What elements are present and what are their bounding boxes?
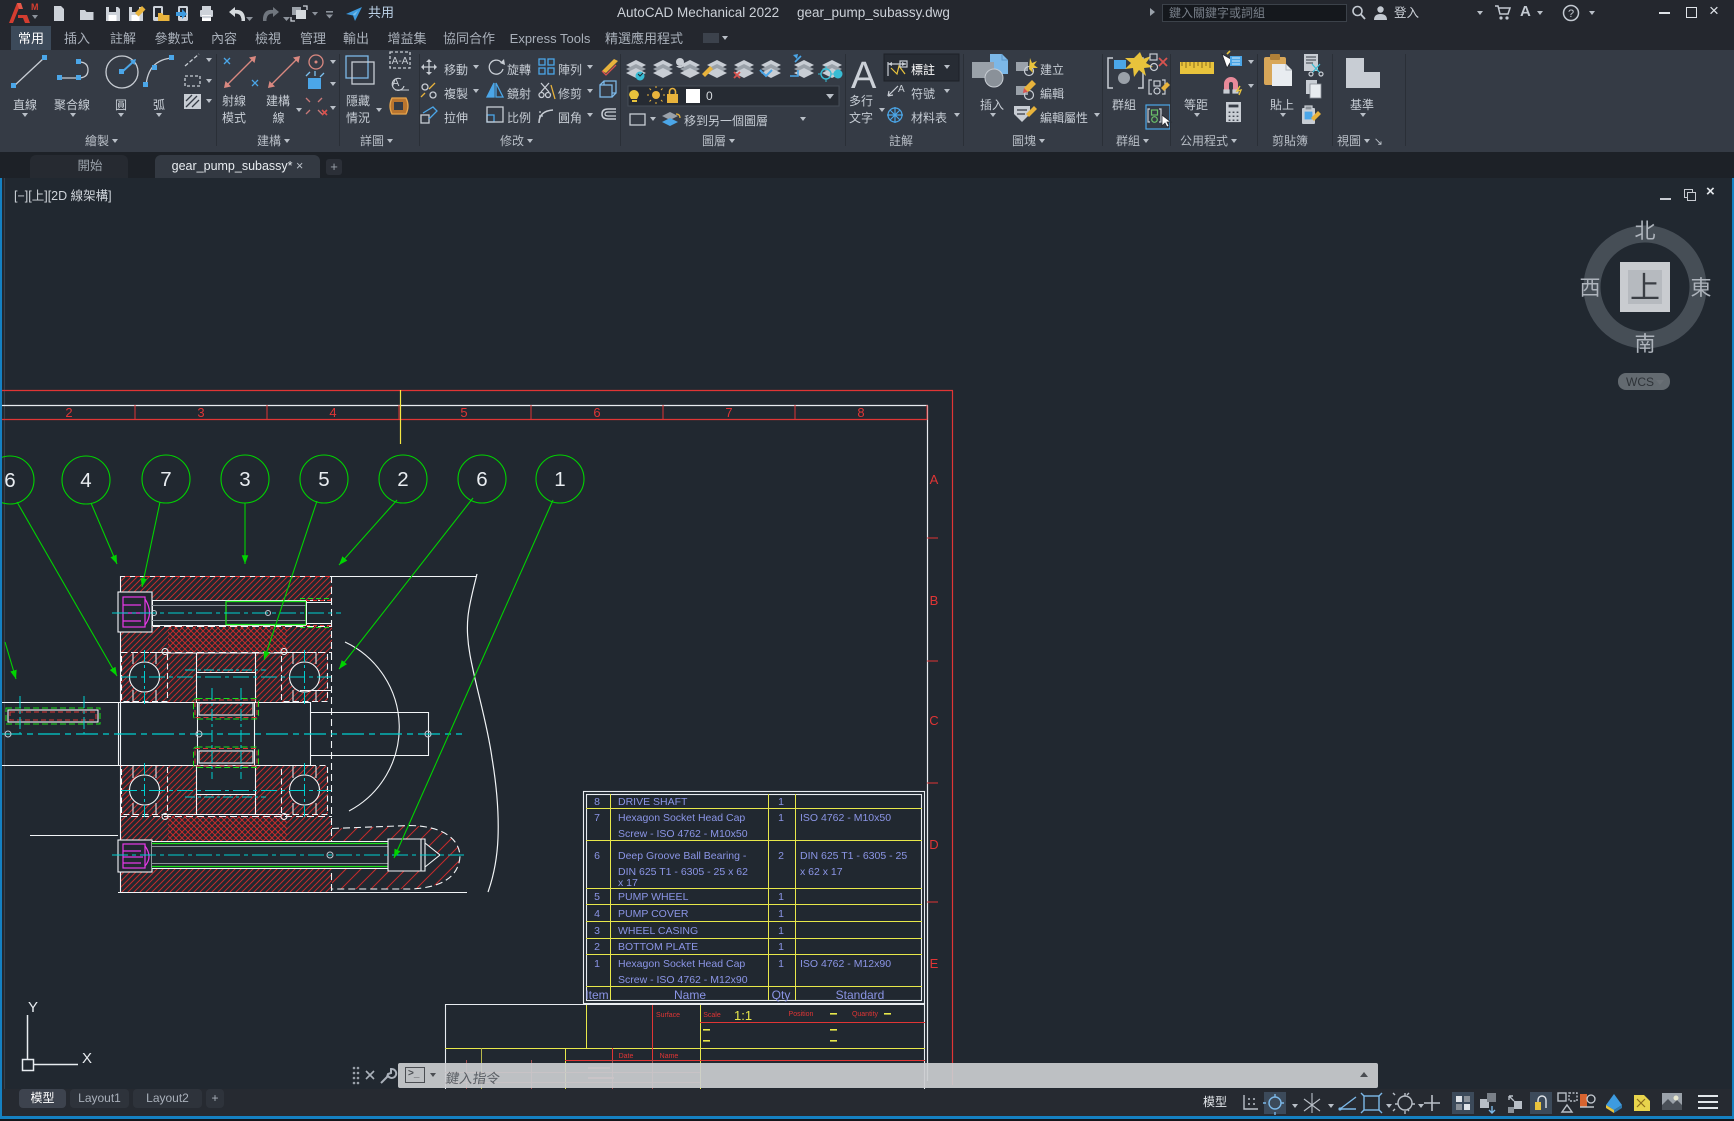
svg-text:Qty: Qty (772, 988, 791, 1002)
svg-text:2: 2 (778, 850, 784, 862)
svg-text:PUMP WHEEL: PUMP WHEEL (618, 891, 689, 903)
svg-text:4: 4 (329, 405, 336, 420)
svg-text:x 62 x 17: x 62 x 17 (800, 866, 843, 878)
svg-text:1: 1 (778, 908, 784, 920)
svg-text:4: 4 (80, 469, 91, 492)
svg-text:Hexagon Socket Head Cap: Hexagon Socket Head Cap (618, 958, 745, 970)
svg-text:C: C (929, 713, 938, 728)
svg-text:3: 3 (594, 925, 600, 937)
svg-text:Screw - ISO 4762 - M10x50: Screw - ISO 4762 - M10x50 (618, 828, 748, 840)
svg-text:1:1: 1:1 (734, 1008, 752, 1023)
svg-text:6: 6 (594, 850, 600, 862)
svg-text:x 17: x 17 (618, 877, 638, 889)
svg-text:D: D (929, 837, 938, 852)
svg-text:Quantity: Quantity (852, 1011, 879, 1018)
svg-text:8: 8 (857, 405, 864, 420)
svg-text:8: 8 (594, 796, 600, 808)
svg-text:Surface: Surface (656, 1012, 680, 1019)
svg-text:3: 3 (239, 468, 250, 491)
svg-text:E: E (930, 956, 939, 971)
svg-text:1: 1 (594, 958, 600, 970)
svg-text:6: 6 (476, 468, 487, 491)
svg-text:Date: Date (619, 1053, 634, 1060)
svg-text:ISO 4762 - M10x50: ISO 4762 - M10x50 (800, 812, 891, 824)
svg-text:Standard: Standard (836, 988, 885, 1002)
svg-text:1: 1 (778, 925, 784, 937)
svg-text:PUMP COVER: PUMP COVER (618, 908, 689, 920)
svg-text:Y: Y (28, 999, 38, 1016)
svg-text:2: 2 (397, 468, 408, 491)
svg-text:Screw - ISO 4762 - M12x90: Screw - ISO 4762 - M12x90 (618, 974, 748, 986)
svg-text:Name: Name (660, 1053, 679, 1060)
svg-text:ISO 4762 - M12x90: ISO 4762 - M12x90 (800, 958, 891, 970)
svg-text:7: 7 (160, 468, 171, 491)
svg-text:1: 1 (778, 796, 784, 808)
svg-text:X: X (82, 1050, 92, 1067)
svg-text:Item: Item (585, 988, 608, 1002)
svg-text:A-A: A-A (392, 56, 409, 67)
svg-text:7: 7 (594, 812, 600, 824)
svg-text:1: 1 (554, 468, 565, 491)
svg-text:6: 6 (593, 405, 600, 420)
svg-text:3: 3 (197, 405, 204, 420)
svg-text:WHEEL CASING: WHEEL CASING (618, 925, 698, 937)
svg-text:DIN 625 T1 - 6305 - 25: DIN 625 T1 - 6305 - 25 (800, 850, 907, 862)
svg-text:A: A (930, 472, 939, 487)
svg-text:Scale: Scale (703, 1012, 721, 1019)
svg-text:1: 1 (778, 958, 784, 970)
svg-text:Position: Position (789, 1011, 814, 1018)
svg-text:2: 2 (65, 405, 72, 420)
svg-text:7: 7 (725, 405, 732, 420)
svg-text:Deep Groove Ball Bearing -: Deep Groove Ball Bearing - (618, 850, 747, 862)
svg-text:5: 5 (594, 891, 600, 903)
svg-text:A: A (851, 55, 877, 97)
svg-text:DRIVE SHAFT: DRIVE SHAFT (618, 796, 688, 808)
svg-text:0: 0 (706, 89, 713, 103)
svg-text:BOTTOM PLATE: BOTTOM PLATE (618, 941, 698, 953)
svg-text:1: 1 (778, 812, 784, 824)
svg-text:2: 2 (594, 941, 600, 953)
svg-text:Name: Name (674, 988, 706, 1002)
svg-text:Hexagon Socket Head Cap: Hexagon Socket Head Cap (618, 812, 745, 824)
svg-text:1: 1 (778, 941, 784, 953)
svg-text:4: 4 (594, 908, 600, 920)
svg-text:5: 5 (318, 468, 329, 491)
svg-text:A: A (898, 84, 905, 95)
svg-text:6: 6 (4, 469, 15, 492)
svg-text:B: B (930, 593, 939, 608)
svg-text:?: ? (1568, 8, 1574, 20)
svg-text:5: 5 (460, 405, 467, 420)
svg-text:1: 1 (778, 891, 784, 903)
